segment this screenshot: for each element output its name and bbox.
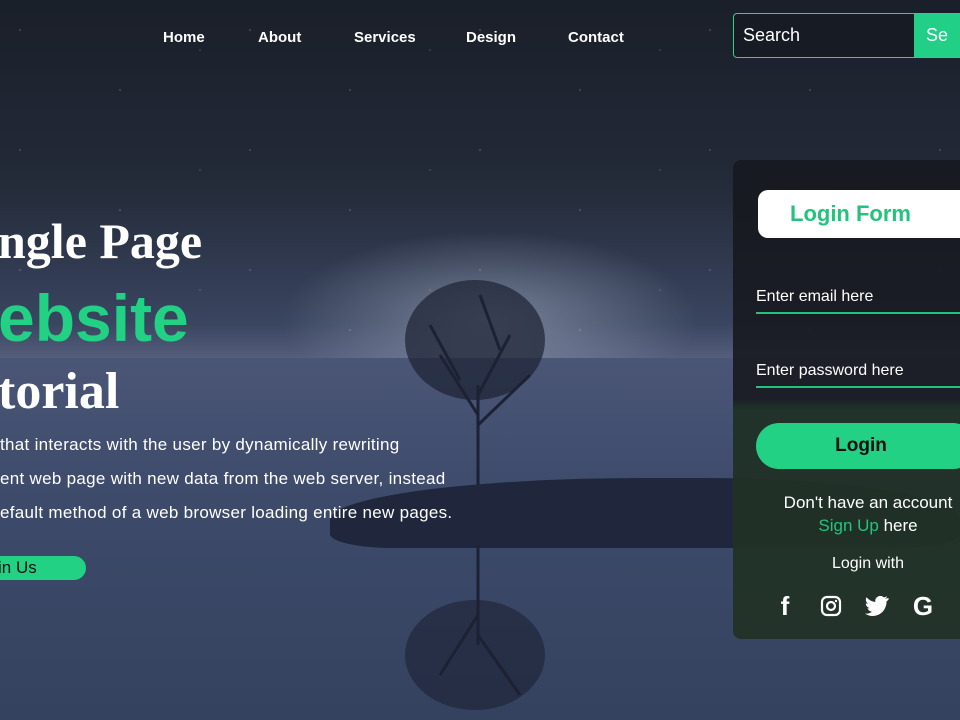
nav-home[interactable]: Home (163, 29, 205, 46)
login-card: Login Form Login Don't have an account S… (733, 160, 960, 639)
hero-title-line3: torial (0, 363, 120, 420)
signup-line: Sign Up here (733, 516, 960, 536)
signup-link[interactable]: Sign Up (818, 516, 878, 535)
password-field[interactable] (756, 356, 960, 388)
desc-line: efault method of a web browser loading e… (0, 503, 453, 522)
google-icon[interactable]: G (911, 591, 935, 621)
facebook-icon[interactable]: f (773, 591, 797, 621)
social-icons: f G S (773, 591, 960, 621)
email-field[interactable] (756, 282, 960, 314)
join-us-button[interactable]: in Us (0, 556, 86, 580)
nav-contact[interactable]: Contact (568, 29, 624, 46)
instagram-icon[interactable] (819, 592, 843, 620)
twitter-icon[interactable] (865, 592, 889, 620)
search-input[interactable] (734, 14, 914, 57)
nav-about[interactable]: About (258, 29, 301, 46)
hero-title-line1: ngle Page (0, 213, 203, 269)
search-bar: Se (733, 13, 960, 58)
nav-services[interactable]: Services (354, 29, 416, 46)
login-form-title: Login Form (758, 190, 960, 238)
here-text: here (883, 516, 918, 535)
login-with-text: Login with (831, 555, 905, 572)
search-button[interactable]: Se (914, 14, 960, 57)
hero-description: that interacts with the user by dynamica… (0, 428, 452, 530)
login-button[interactable]: Login (756, 423, 960, 469)
desc-line: that interacts with the user by dynamica… (0, 435, 400, 454)
hero-title-line2: ebsite (0, 281, 189, 355)
nav-design[interactable]: Design (466, 29, 516, 46)
no-account-text: Don't have an account (783, 493, 953, 512)
desc-line: ent web page with new data from the web … (0, 469, 446, 488)
